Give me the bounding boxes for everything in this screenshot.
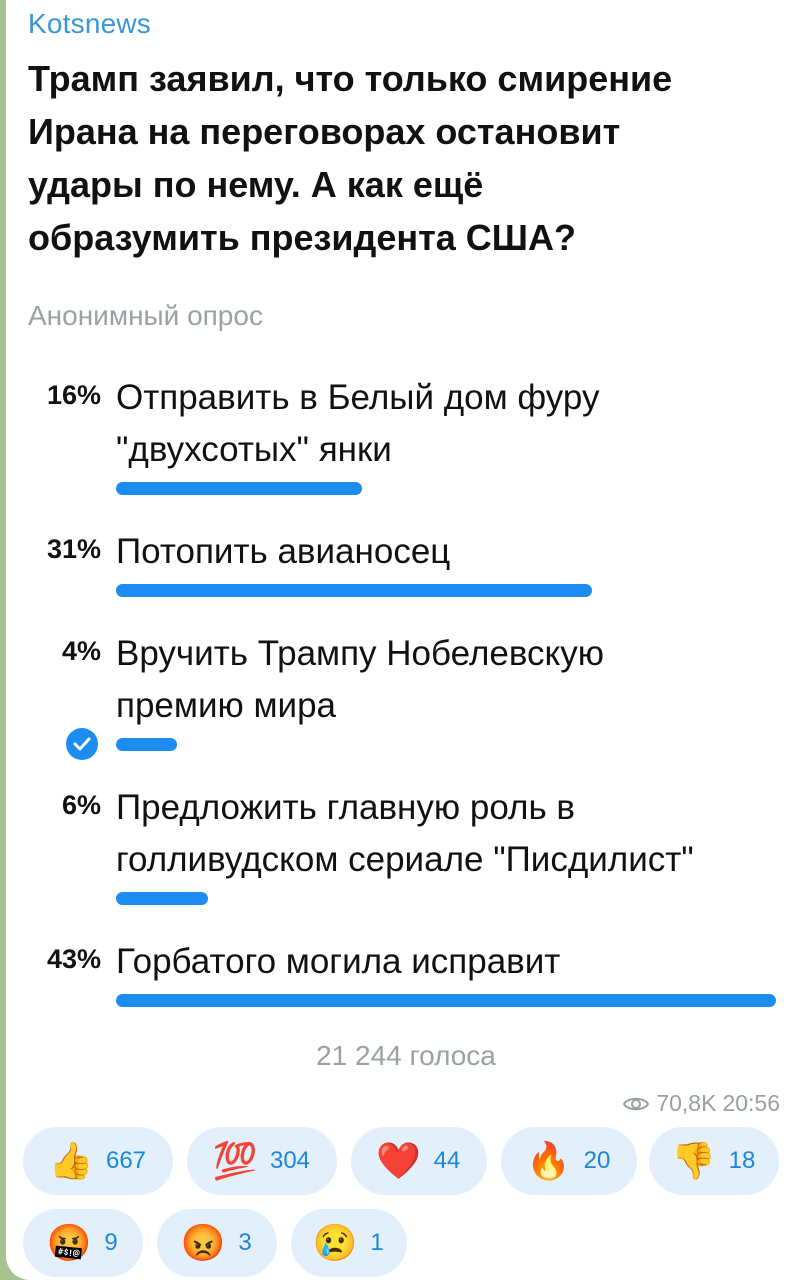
reaction-hundred-points[interactable]: 💯 304 [187,1127,337,1195]
reaction-thumbs-up[interactable]: 👍 667 [23,1127,173,1195]
poll-type-label: Анонимный опрос [28,300,263,331]
option-result-bar [116,994,776,1007]
option-percent: 16% [46,380,101,410]
reaction-angry-face[interactable]: 😡 3 [157,1209,277,1277]
reaction-cursing-face[interactable]: 🤬 9 [23,1209,143,1277]
reaction-count: 18 [728,1147,756,1174]
reaction-count: 44 [433,1147,461,1174]
poll-question: Трамп заявил, что только смирение Ирана … [28,58,673,258]
thumbs-up-icon: 👍 [48,1140,94,1181]
reaction-count: 667 [105,1147,147,1174]
reaction-count: 1 [370,1229,384,1256]
option-percent: 6% [61,790,101,820]
selected-check-icon [66,728,98,760]
channel-name[interactable]: Kotsnews [28,8,151,40]
reaction-red-heart[interactable]: ❤️ 44 [351,1127,487,1195]
option-text: Потопить авианосец [116,532,451,571]
option-text: Вручить Трампу Нобелевскую премию мира [116,634,605,725]
views-count: 70,8K [656,1090,717,1116]
reaction-count: 9 [104,1229,118,1256]
option-percent: 43% [46,944,101,974]
hundred-points-icon: 💯 [212,1140,258,1181]
option-text: Отправить в Белый дом фуру "двухсотых" я… [116,378,600,469]
reaction-count: 3 [238,1229,252,1256]
crying-face-icon: 😢 [312,1222,358,1263]
option-result-bar [116,892,208,905]
eye-icon [623,1097,650,1110]
message-bubble: Kotsnews Трамп заявил, что только смирен… [6,0,800,1280]
reaction-count: 304 [269,1147,311,1174]
option-text: Горбатого могила исправит [116,942,561,981]
reaction-fire[interactable]: 🔥 20 [501,1127,637,1195]
option-percent: 31% [46,534,101,564]
cursing-face-icon: 🤬 [46,1222,92,1263]
reaction-count: 20 [583,1147,611,1174]
option-result-bar [116,738,177,751]
fire-icon: 🔥 [526,1140,572,1181]
option-percent: 4% [61,636,101,666]
votes-count[interactable]: 21 244 голоса [6,1040,800,1072]
message-meta: 70,8K 20:56 [622,1090,780,1117]
option-result-bar [116,482,362,495]
thumbs-down-icon: 👎 [671,1140,717,1181]
option-result-bar [116,584,592,597]
red-heart-icon: ❤️ [376,1140,422,1181]
reaction-crying-face[interactable]: 😢 1 [291,1209,407,1277]
reaction-thumbs-down[interactable]: 👎 18 [649,1127,779,1195]
option-text: Предложить главную роль в голливудском с… [116,788,694,879]
message-time: 20:56 [722,1090,780,1116]
angry-face-icon: 😡 [180,1222,226,1263]
